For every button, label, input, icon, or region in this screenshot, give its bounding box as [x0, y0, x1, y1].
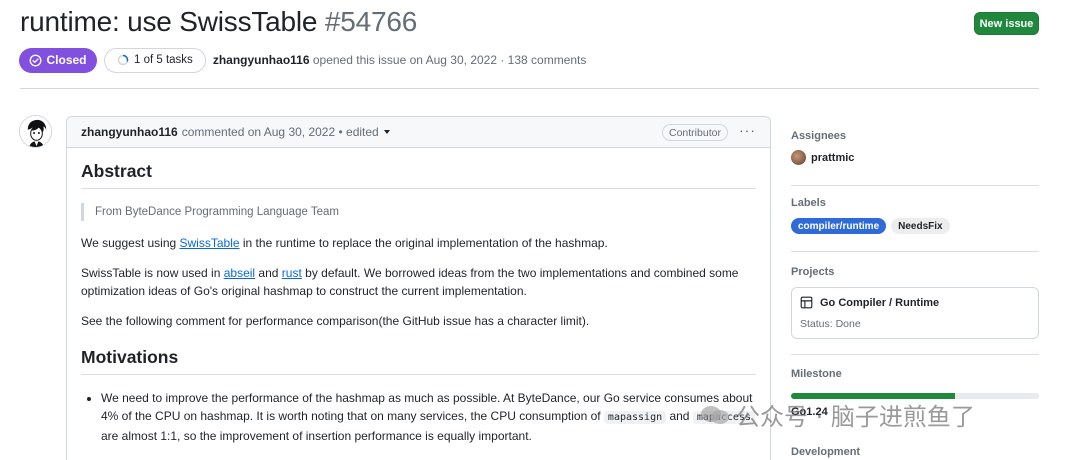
project-card[interactable]: Go Compiler / Runtime Status: Done — [791, 287, 1039, 339]
comment-author-link[interactable]: zhangyunhao116 — [81, 125, 178, 139]
swisstable-link[interactable]: SwissTable — [180, 236, 240, 250]
label-needsfix[interactable]: NeedsFix — [891, 218, 950, 234]
tasks-label: 1 of 5 tasks — [134, 54, 193, 66]
comment-meta[interactable]: commented on Aug 30, 2022 • edited — [182, 125, 379, 139]
text: in the runtime to replace the original i… — [239, 236, 608, 250]
abseil-link[interactable]: abseil — [224, 266, 255, 280]
avatar-drawing — [20, 116, 51, 147]
quote: From ByteDance Programming Language Team — [81, 203, 756, 221]
text: and — [666, 409, 693, 423]
paragraph-3: See the following comment for performanc… — [81, 314, 590, 328]
wechat-icon — [701, 405, 729, 424]
rust-link[interactable]: rust — [282, 266, 302, 280]
labels-list: compiler/runtime NeedsFix — [791, 218, 1039, 234]
author-avatar[interactable] — [19, 115, 52, 148]
closed-check-icon — [30, 54, 42, 66]
issue-title: runtime: use SwissTable #54766 — [20, 6, 417, 38]
paragraph-2: SwissTable is now used in abseil and rus… — [81, 264, 756, 300]
development-section: Development — [791, 446, 1039, 458]
chevron-down-icon[interactable] — [383, 130, 390, 134]
development-heading[interactable]: Development — [791, 446, 1039, 458]
opened-info: zhangyunhao116 opened this issue on Aug … — [213, 53, 587, 67]
comment-body: Abstract From ByteDance Programming Lang… — [67, 148, 770, 445]
text: We suggest using — [81, 236, 180, 250]
issue-comment: zhangyunhao116 commented on Aug 30, 2022… — [66, 116, 771, 460]
sidebar-divider — [791, 185, 1039, 186]
table-icon — [800, 296, 813, 309]
issue-author-link[interactable]: zhangyunhao116 — [213, 53, 310, 67]
assignee[interactable]: prattmic — [791, 150, 1039, 165]
labels-section: Labels compiler/runtime NeedsFix — [791, 197, 1039, 234]
header-divider — [20, 88, 1039, 89]
assignee-avatar — [791, 150, 806, 165]
state-label: Closed — [46, 53, 87, 67]
assignees-section: Assignees prattmic — [791, 130, 1039, 165]
issue-number: #54766 — [324, 6, 418, 37]
assignee-name: prattmic — [811, 151, 855, 164]
new-issue-button[interactable]: New issue — [974, 12, 1039, 35]
opened-text: opened this issue on Aug 30, 2022 · 138 … — [312, 53, 587, 67]
code-mapassign: mapassign — [603, 411, 667, 424]
state-badge: Closed — [19, 47, 97, 73]
issue-meta: Closed 1 of 5 tasks zhangyunhao116 opene… — [19, 47, 586, 73]
assignees-heading[interactable]: Assignees — [791, 130, 1039, 142]
label-compiler-runtime[interactable]: compiler/runtime — [791, 218, 887, 234]
text: SwissTable is now used in — [81, 266, 224, 280]
list-item: We need to improve the performance of th… — [101, 389, 756, 445]
sidebar-divider — [791, 354, 1039, 355]
tasks-progress[interactable]: 1 of 5 tasks — [104, 47, 206, 73]
motivations-heading: Motivations — [81, 346, 756, 375]
kebab-horizontal-icon[interactable]: ··· — [739, 122, 756, 138]
paragraph-1: We suggest using SwissTable in the runti… — [81, 234, 756, 252]
project-status: Status: Done — [800, 318, 861, 330]
labels-heading[interactable]: Labels — [791, 197, 1039, 209]
milestone-heading[interactable]: Milestone — [791, 368, 1039, 380]
text: are almost 1:1, so the improvement of in… — [101, 429, 532, 443]
project-title: Go Compiler / Runtime — [800, 296, 1030, 309]
abstract-heading: Abstract — [81, 160, 756, 189]
watermark-text: 公众号 · 脑子进煎鱼了 — [736, 403, 975, 431]
motivations-list: We need to improve the performance of th… — [81, 389, 756, 445]
watermark: 公众号 · 脑子进煎鱼了 — [700, 397, 975, 432]
text: and — [255, 266, 282, 280]
issue-title-text: runtime: use SwissTable — [20, 6, 318, 37]
contributor-badge: Contributor — [662, 124, 728, 141]
sidebar-divider — [791, 251, 1039, 252]
comment-header: zhangyunhao116 commented on Aug 30, 2022… — [67, 117, 770, 148]
progress-circle-icon — [117, 54, 129, 66]
projects-heading[interactable]: Projects — [791, 266, 1039, 278]
projects-section: Projects Go Compiler / Runtime Status: D… — [791, 266, 1039, 339]
project-name: Go Compiler / Runtime — [820, 296, 940, 309]
